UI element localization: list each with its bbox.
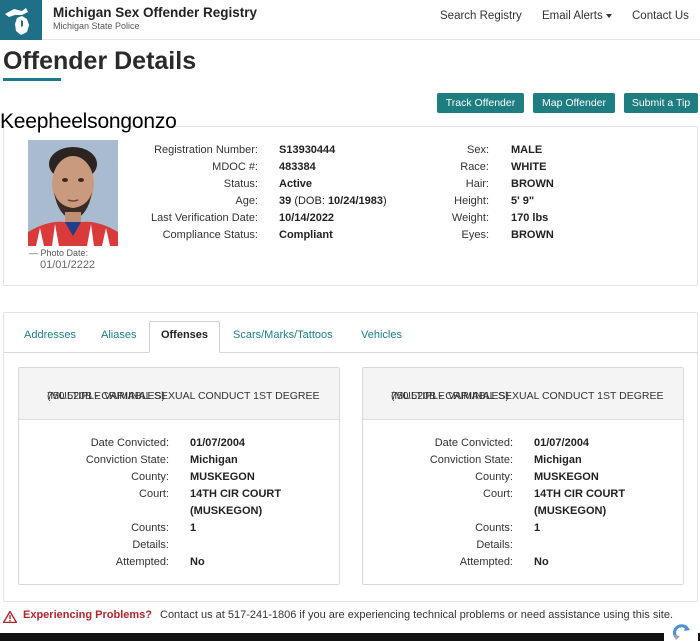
offense-title-line-2: (MULTIPLE VARIABLES) <box>391 390 510 402</box>
mdoc-label: MDOC #: <box>212 161 258 173</box>
tab-scars-marks-tattoos[interactable]: Scars/Marks/Tattoos <box>233 329 333 341</box>
dob-prefix: (DOB: <box>294 195 325 207</box>
height-label: Height: <box>454 195 489 207</box>
attempted-label: Attempted: <box>115 556 169 568</box>
offense-title-line-2: (MULTIPLE VARIABLES) <box>47 390 166 402</box>
last-verification-label: Last Verification Date: <box>150 212 258 224</box>
recaptcha-icon[interactable] <box>664 621 698 641</box>
attempted-value: No <box>190 556 205 568</box>
details-label: Details: <box>476 539 513 551</box>
conviction-state-value: Michigan <box>190 454 238 466</box>
page-title: Offender Details <box>3 47 197 75</box>
conviction-state-label: Conviction State: <box>85 454 169 466</box>
dob-value: 10/24/1983 <box>327 195 383 207</box>
bottom-bar <box>0 633 700 641</box>
tab-aliases[interactable]: Aliases <box>101 329 136 341</box>
offense-card-header: 750.520B - CRIMINAL SEXUAL CONDUCT 1ST D… <box>363 368 683 420</box>
counts-value: 1 <box>534 522 541 534</box>
tab-offenses[interactable]: Offenses <box>149 321 220 353</box>
attempted-value: No <box>534 556 549 568</box>
status-value: Active <box>279 178 313 190</box>
photo-caption: — Photo Date: <box>29 248 89 258</box>
dob-suffix: ) <box>383 195 387 207</box>
brand-subtitle: Michigan State Police <box>53 21 140 31</box>
nav-email-alerts[interactable]: Email Alerts <box>542 10 612 22</box>
race-value: WHITE <box>511 161 547 173</box>
warning-icon <box>2 610 18 628</box>
court-value-line-1: 14TH CIR COURT <box>190 488 282 500</box>
map-offender-button[interactable]: Map Offender <box>533 93 615 113</box>
michigan-logo-icon[interactable] <box>0 0 42 40</box>
nav-email-alerts-label: Email Alerts <box>542 10 603 22</box>
tab-vehicles[interactable]: Vehicles <box>361 329 402 341</box>
details-label: Details: <box>132 539 169 551</box>
height-value: 5' 9" <box>511 195 535 207</box>
tab-offenses-label: Offenses <box>160 329 209 341</box>
counts-label: Counts: <box>131 522 169 534</box>
registration-number-label: Registration Number: <box>154 144 258 156</box>
photo-date: 01/01/2222 <box>40 259 96 271</box>
registration-number-value: S13930444 <box>279 144 336 156</box>
offense-card-header: 750.520B - CRIMINAL SEXUAL CONDUCT 1ST D… <box>19 368 339 420</box>
court-label: Court: <box>483 488 513 500</box>
offense-title: 750.520B - CRIMINAL SEXUAL CONDUCT 1ST D… <box>33 378 333 402</box>
date-convicted-label: Date Convicted: <box>434 437 513 449</box>
attempted-label: Attempted: <box>459 556 513 568</box>
county-value: MUSKEGON <box>190 471 255 483</box>
court-label: Court: <box>139 488 169 500</box>
age-label: Age: <box>235 195 258 207</box>
county-label: County: <box>475 471 513 483</box>
nav-search-registry[interactable]: Search Registry <box>440 10 522 22</box>
conviction-state-value: Michigan <box>534 454 582 466</box>
date-convicted-value: 01/07/2004 <box>190 437 246 449</box>
offender-name: Keepheelsongonzo <box>0 110 177 133</box>
tab-addresses[interactable]: Addresses <box>24 329 76 341</box>
nav-contact-us[interactable]: Contact Us <box>632 10 689 22</box>
hair-label: Hair: <box>465 178 489 190</box>
court-value-line-2: (MUSKEGON) <box>190 505 263 517</box>
tab-divider <box>4 352 698 353</box>
counts-label: Counts: <box>475 522 513 534</box>
problem-text: Contact us at 517-241-1806 if you are ex… <box>160 609 674 621</box>
brand-title[interactable]: Michigan Sex Offender Registry <box>53 5 257 20</box>
age-number: 39 <box>279 195 292 207</box>
court-value-line-2: (MUSKEGON) <box>534 505 607 517</box>
sex-label: Sex: <box>466 144 489 156</box>
hair-value: BROWN <box>511 178 554 190</box>
last-verification-value: 10/14/2022 <box>279 212 335 224</box>
submit-tip-button[interactable]: Submit a Tip <box>624 93 698 113</box>
track-offender-button[interactable]: Track Offender <box>437 93 524 113</box>
court-value-line-1: 14TH CIR COURT <box>534 488 626 500</box>
compliance-status-value: Compliant <box>279 229 333 241</box>
compliance-status-label: Compliance Status: <box>162 229 258 241</box>
eyes-label: Eyes: <box>461 229 489 241</box>
caret-down-icon <box>605 13 612 18</box>
date-convicted-value: 01/07/2004 <box>534 437 590 449</box>
date-convicted-label: Date Convicted: <box>90 437 169 449</box>
title-underline <box>3 78 61 81</box>
age-value: 39 (DOB: 10/24/1983) <box>279 195 387 207</box>
weight-label: Weight: <box>451 212 489 224</box>
offender-photo <box>28 140 118 246</box>
offense-title: 750.520B - CRIMINAL SEXUAL CONDUCT 1ST D… <box>377 378 677 402</box>
weight-value: 170 lbs <box>511 212 549 224</box>
counts-value: 1 <box>190 522 197 534</box>
county-label: County: <box>131 471 169 483</box>
conviction-state-label: Conviction State: <box>429 454 513 466</box>
mdoc-value: 483384 <box>279 161 316 173</box>
status-label: Status: <box>223 178 258 190</box>
sex-value: MALE <box>511 144 543 156</box>
eyes-value: BROWN <box>511 229 554 241</box>
problem-label: Experiencing Problems? <box>23 609 152 621</box>
county-value: MUSKEGON <box>534 471 599 483</box>
race-label: Race: <box>460 161 489 173</box>
